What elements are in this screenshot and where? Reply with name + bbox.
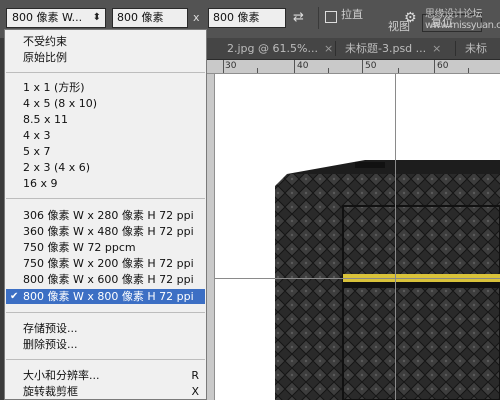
shortcut-label: X [191, 385, 199, 398]
ruler-tick [223, 60, 224, 73]
crop-guide-horizontal [215, 278, 500, 279]
tab-untitled-3[interactable]: 未标题-3.psd ... × [341, 38, 441, 59]
ratio-preset-select[interactable]: 800 像素 W... ⬍ [6, 8, 106, 28]
menu-divider [6, 359, 205, 360]
bag-image [275, 160, 500, 400]
rotate-icon[interactable]: ⇄ [293, 10, 304, 25]
chevron-down-icon: ⬍ [92, 12, 101, 23]
bag-handle [355, 162, 385, 168]
menu-item-rotate-crop[interactable]: 旋转裁剪框 X [23, 384, 205, 399]
menu-item-preset[interactable]: 306 像素 W x 280 像素 H 72 ppi [23, 208, 194, 223]
menu-item-ratio[interactable]: 4 x 3 [23, 128, 51, 143]
gear-icon[interactable]: ⚙ [404, 10, 417, 26]
ruler-tick [434, 60, 435, 73]
ruler-number: 30 [225, 61, 237, 71]
shortcut-label: R [191, 369, 199, 382]
ruler-number: 50 [365, 61, 377, 71]
crop-guide-vertical [395, 74, 396, 400]
straighten-icon[interactable] [325, 11, 337, 23]
menu-item-save-preset[interactable]: 存储预设... [23, 321, 78, 336]
tab-divider [455, 41, 456, 56]
menu-item-preset[interactable]: 360 像素 W x 480 像素 H 72 ppi [23, 224, 194, 239]
menu-item-size-resolution[interactable]: 大小和分辨率... R [23, 368, 205, 383]
tab-untitled-4[interactable]: 未标题-4.psd ... [461, 38, 500, 97]
bag-top [287, 160, 500, 174]
menu-item-ratio[interactable]: 5 x 7 [23, 144, 51, 159]
document-tabs: 2.jpg @ 61.5%... × 未标题-3.psd ... × 未标题-4.p… [205, 38, 500, 97]
menu-divider [6, 72, 205, 73]
toolbar-divider [318, 7, 319, 29]
menu-item-label: 大小和分辨率... [23, 369, 100, 382]
ruler-tick [257, 68, 258, 73]
swap-dimensions-button[interactable]: x [193, 11, 200, 24]
menu-item-preset[interactable]: 750 像素 W 72 ppcm [23, 240, 136, 255]
tab-label: 未标题-3.psd ... [345, 42, 427, 55]
ruler-tick [294, 60, 295, 73]
straighten-button[interactable]: 拉直 [341, 6, 363, 22]
menu-item-ratio[interactable]: 8.5 x 11 [23, 112, 68, 127]
menu-item-ratio[interactable]: 2 x 3 (4 x 6) [23, 160, 90, 175]
tab-2jpg[interactable]: 2.jpg @ 61.5%... × [223, 38, 333, 59]
document-canvas[interactable] [215, 74, 500, 400]
menu-item-unconstrained[interactable]: 不受约束 [23, 34, 67, 49]
height-value: 800 像素 [213, 11, 260, 24]
menu-item-label: 800 像素 W x 800 像素 H 72 ppi [23, 290, 194, 303]
menu-item-preset-selected[interactable]: ✔ 800 像素 W x 800 像素 H 72 ppi [6, 289, 205, 304]
menu-item-original-ratio[interactable]: 原始比例 [23, 50, 67, 65]
height-input[interactable]: 800 像素 [208, 8, 286, 28]
bag-front-panel [342, 205, 500, 400]
ruler-tick [362, 60, 363, 73]
ruler-tick [328, 68, 329, 73]
watermark: 思缘设计论坛 www.missyuan.com [425, 9, 500, 31]
menu-divider [6, 198, 205, 199]
ruler-number: 60 [437, 61, 449, 71]
close-icon[interactable]: × [324, 42, 333, 55]
menu-item-ratio[interactable]: 1 x 1 (方形) [23, 80, 85, 95]
width-value: 800 像素 [117, 11, 164, 24]
check-icon: ✔ [10, 291, 19, 302]
menu-item-label: 旋转裁剪框 [23, 385, 78, 398]
menu-item-preset[interactable]: 800 像素 W x 600 像素 H 72 ppi [23, 272, 194, 287]
tab-divider [335, 41, 336, 56]
tab-label: 2.jpg @ 61.5%... [227, 42, 318, 55]
menu-item-preset[interactable]: 750 像素 W x 200 像素 H 72 ppi [23, 256, 194, 271]
width-input[interactable]: 800 像素 [112, 8, 188, 28]
close-icon[interactable]: × [432, 42, 441, 55]
ruler-tick [468, 68, 469, 73]
menu-item-delete-preset[interactable]: 删除预设... [23, 337, 78, 352]
ruler-number: 40 [297, 61, 309, 71]
menu-divider [6, 312, 205, 313]
horizontal-ruler: 30 40 50 60 [205, 60, 500, 74]
menu-item-ratio[interactable]: 4 x 5 (8 x 10) [23, 96, 97, 111]
ratio-preset-menu: 不受约束 原始比例 1 x 1 (方形) 4 x 5 (8 x 10) 8.5 … [4, 29, 207, 400]
zipper-shadow [343, 282, 500, 288]
ruler-tick [398, 68, 399, 73]
ratio-preset-value: 800 像素 W... [12, 11, 83, 24]
menu-item-ratio[interactable]: 16 x 9 [23, 176, 58, 191]
